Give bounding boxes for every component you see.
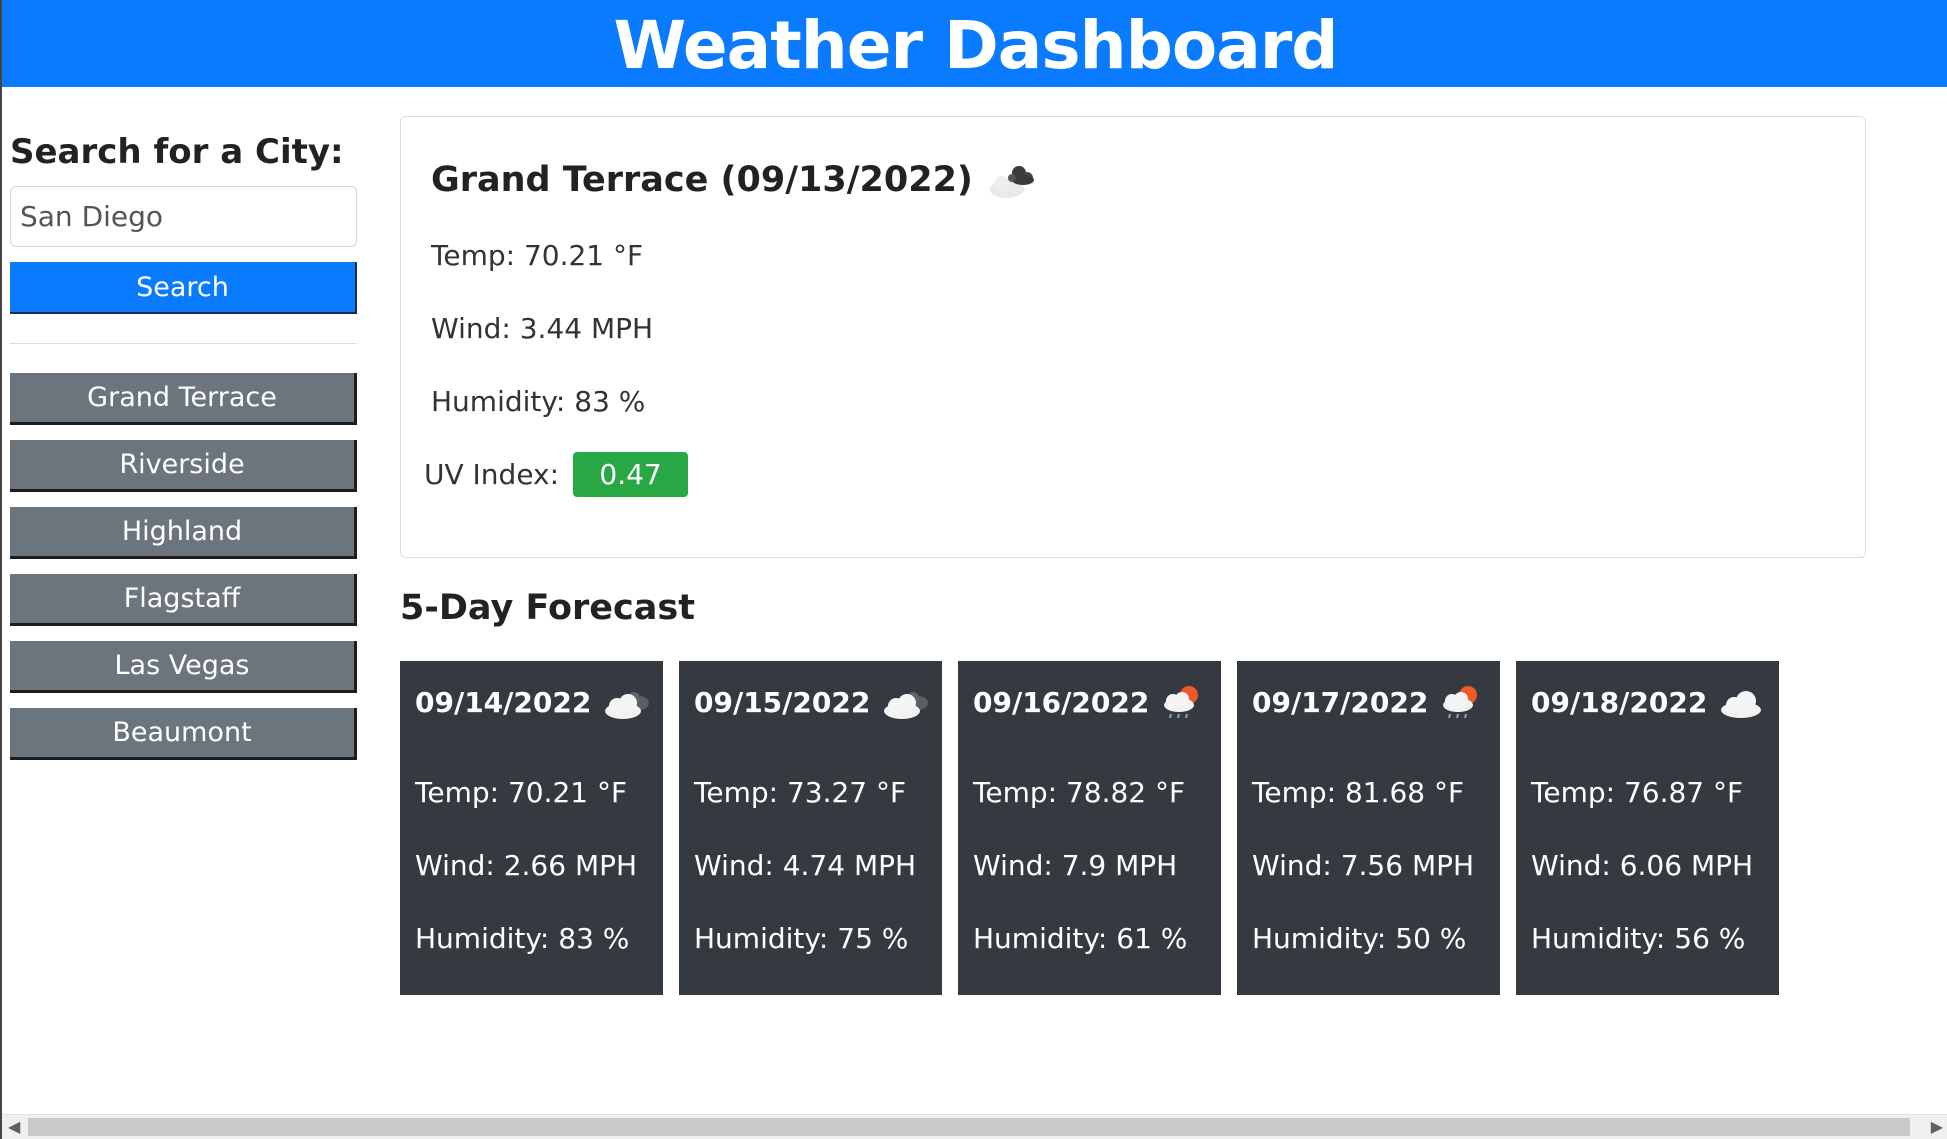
broken-clouds-icon: [880, 683, 930, 721]
scrollbar-thumb[interactable]: [28, 1118, 1910, 1136]
rain-sun-icon: [1159, 683, 1209, 721]
forecast-wind: Wind: 4.74 MPH: [694, 849, 917, 882]
forecast-date: 09/15/2022: [694, 685, 871, 719]
current-wind: Wind: 3.44 MPH: [431, 312, 654, 345]
forecast-humidity: Humidity: 56 %: [1531, 922, 1746, 955]
forecast-wind: Wind: 2.66 MPH: [415, 849, 638, 882]
forecast-date: 09/17/2022: [1252, 685, 1429, 719]
current-temp: Temp: 70.21 °F: [431, 239, 644, 272]
current-title-row: Grand Terrace (09/13/2022): [431, 159, 1041, 201]
current-weather-card: Grand Terrace (09/13/2022) Temp: 70.21 °…: [400, 116, 1866, 558]
broken-clouds-icon: [985, 159, 1041, 201]
forecast-card: 09/18/2022 Temp: 76.87 °F Wind: 6.06 MPH…: [1516, 661, 1779, 995]
uv-index-row: UV Index: 0.47: [424, 452, 689, 497]
uv-index-badge: 0.47: [573, 452, 689, 497]
forecast-temp: Temp: 81.68 °F: [1252, 776, 1465, 809]
current-humidity: Humidity: 83 %: [431, 385, 646, 418]
forecast-heading: 5-Day Forecast: [400, 588, 695, 628]
history-button-las-vegas[interactable]: Las Vegas: [10, 641, 357, 693]
scroll-right-arrow-icon[interactable]: ▶: [1931, 1117, 1943, 1137]
search-history-list: Grand Terrace Riverside Highland Flagsta…: [10, 373, 357, 760]
uv-index-label: UV Index:: [424, 458, 560, 491]
forecast-card: 09/15/2022 Temp: 73.27 °F Wind: 4.74 MPH…: [679, 661, 942, 995]
forecast-date: 09/16/2022: [973, 685, 1150, 719]
forecast-card: 09/16/2022 Temp: 78.82 °F Wind: 7.9 MPH …: [958, 661, 1221, 995]
history-button-grand-terrace[interactable]: Grand Terrace: [10, 373, 357, 425]
forecast-humidity: Humidity: 50 %: [1252, 922, 1467, 955]
forecast-humidity: Humidity: 75 %: [694, 922, 909, 955]
forecast-list: 09/14/2022 Temp: 70.21 °F Wind: 2.66 MPH…: [400, 661, 1795, 995]
forecast-wind: Wind: 7.9 MPH: [973, 849, 1178, 882]
forecast-wind: Wind: 6.06 MPH: [1531, 849, 1754, 882]
search-heading: Search for a City:: [10, 132, 344, 172]
history-button-flagstaff[interactable]: Flagstaff: [10, 574, 357, 626]
forecast-temp: Temp: 70.21 °F: [415, 776, 628, 809]
forecast-date: 09/18/2022: [1531, 685, 1708, 719]
sidebar: Search for a City: Search Grand Terrace …: [10, 130, 357, 775]
forecast-card: 09/14/2022 Temp: 70.21 °F Wind: 2.66 MPH…: [400, 661, 663, 995]
horizontal-scrollbar[interactable]: ◀ ▶: [2, 1114, 1947, 1139]
current-city-title: Grand Terrace (09/13/2022): [431, 160, 973, 200]
rain-sun-icon: [1438, 683, 1488, 721]
sidebar-divider: [10, 343, 357, 344]
history-button-riverside[interactable]: Riverside: [10, 440, 357, 492]
forecast-card: 09/17/2022 Temp: 81.68 °F Wind: 7.56 MPH…: [1237, 661, 1500, 995]
scroll-left-arrow-icon[interactable]: ◀: [8, 1117, 20, 1137]
forecast-date: 09/14/2022: [415, 685, 592, 719]
forecast-humidity: Humidity: 83 %: [415, 922, 630, 955]
forecast-wind: Wind: 7.56 MPH: [1252, 849, 1475, 882]
app-window: Weather Dashboard Search for a City: Sea…: [0, 0, 1947, 1139]
page-title: Weather Dashboard: [613, 7, 1338, 84]
city-search-input[interactable]: [10, 186, 357, 247]
forecast-temp: Temp: 78.82 °F: [973, 776, 1186, 809]
history-button-highland[interactable]: Highland: [10, 507, 357, 559]
cloud-icon: [1717, 683, 1767, 721]
history-button-beaumont[interactable]: Beaumont: [10, 708, 357, 760]
forecast-temp: Temp: 76.87 °F: [1531, 776, 1744, 809]
forecast-temp: Temp: 73.27 °F: [694, 776, 907, 809]
search-button[interactable]: Search: [10, 262, 357, 314]
broken-clouds-icon: [601, 683, 651, 721]
forecast-humidity: Humidity: 61 %: [973, 922, 1188, 955]
page-header: Weather Dashboard: [2, 0, 1947, 87]
